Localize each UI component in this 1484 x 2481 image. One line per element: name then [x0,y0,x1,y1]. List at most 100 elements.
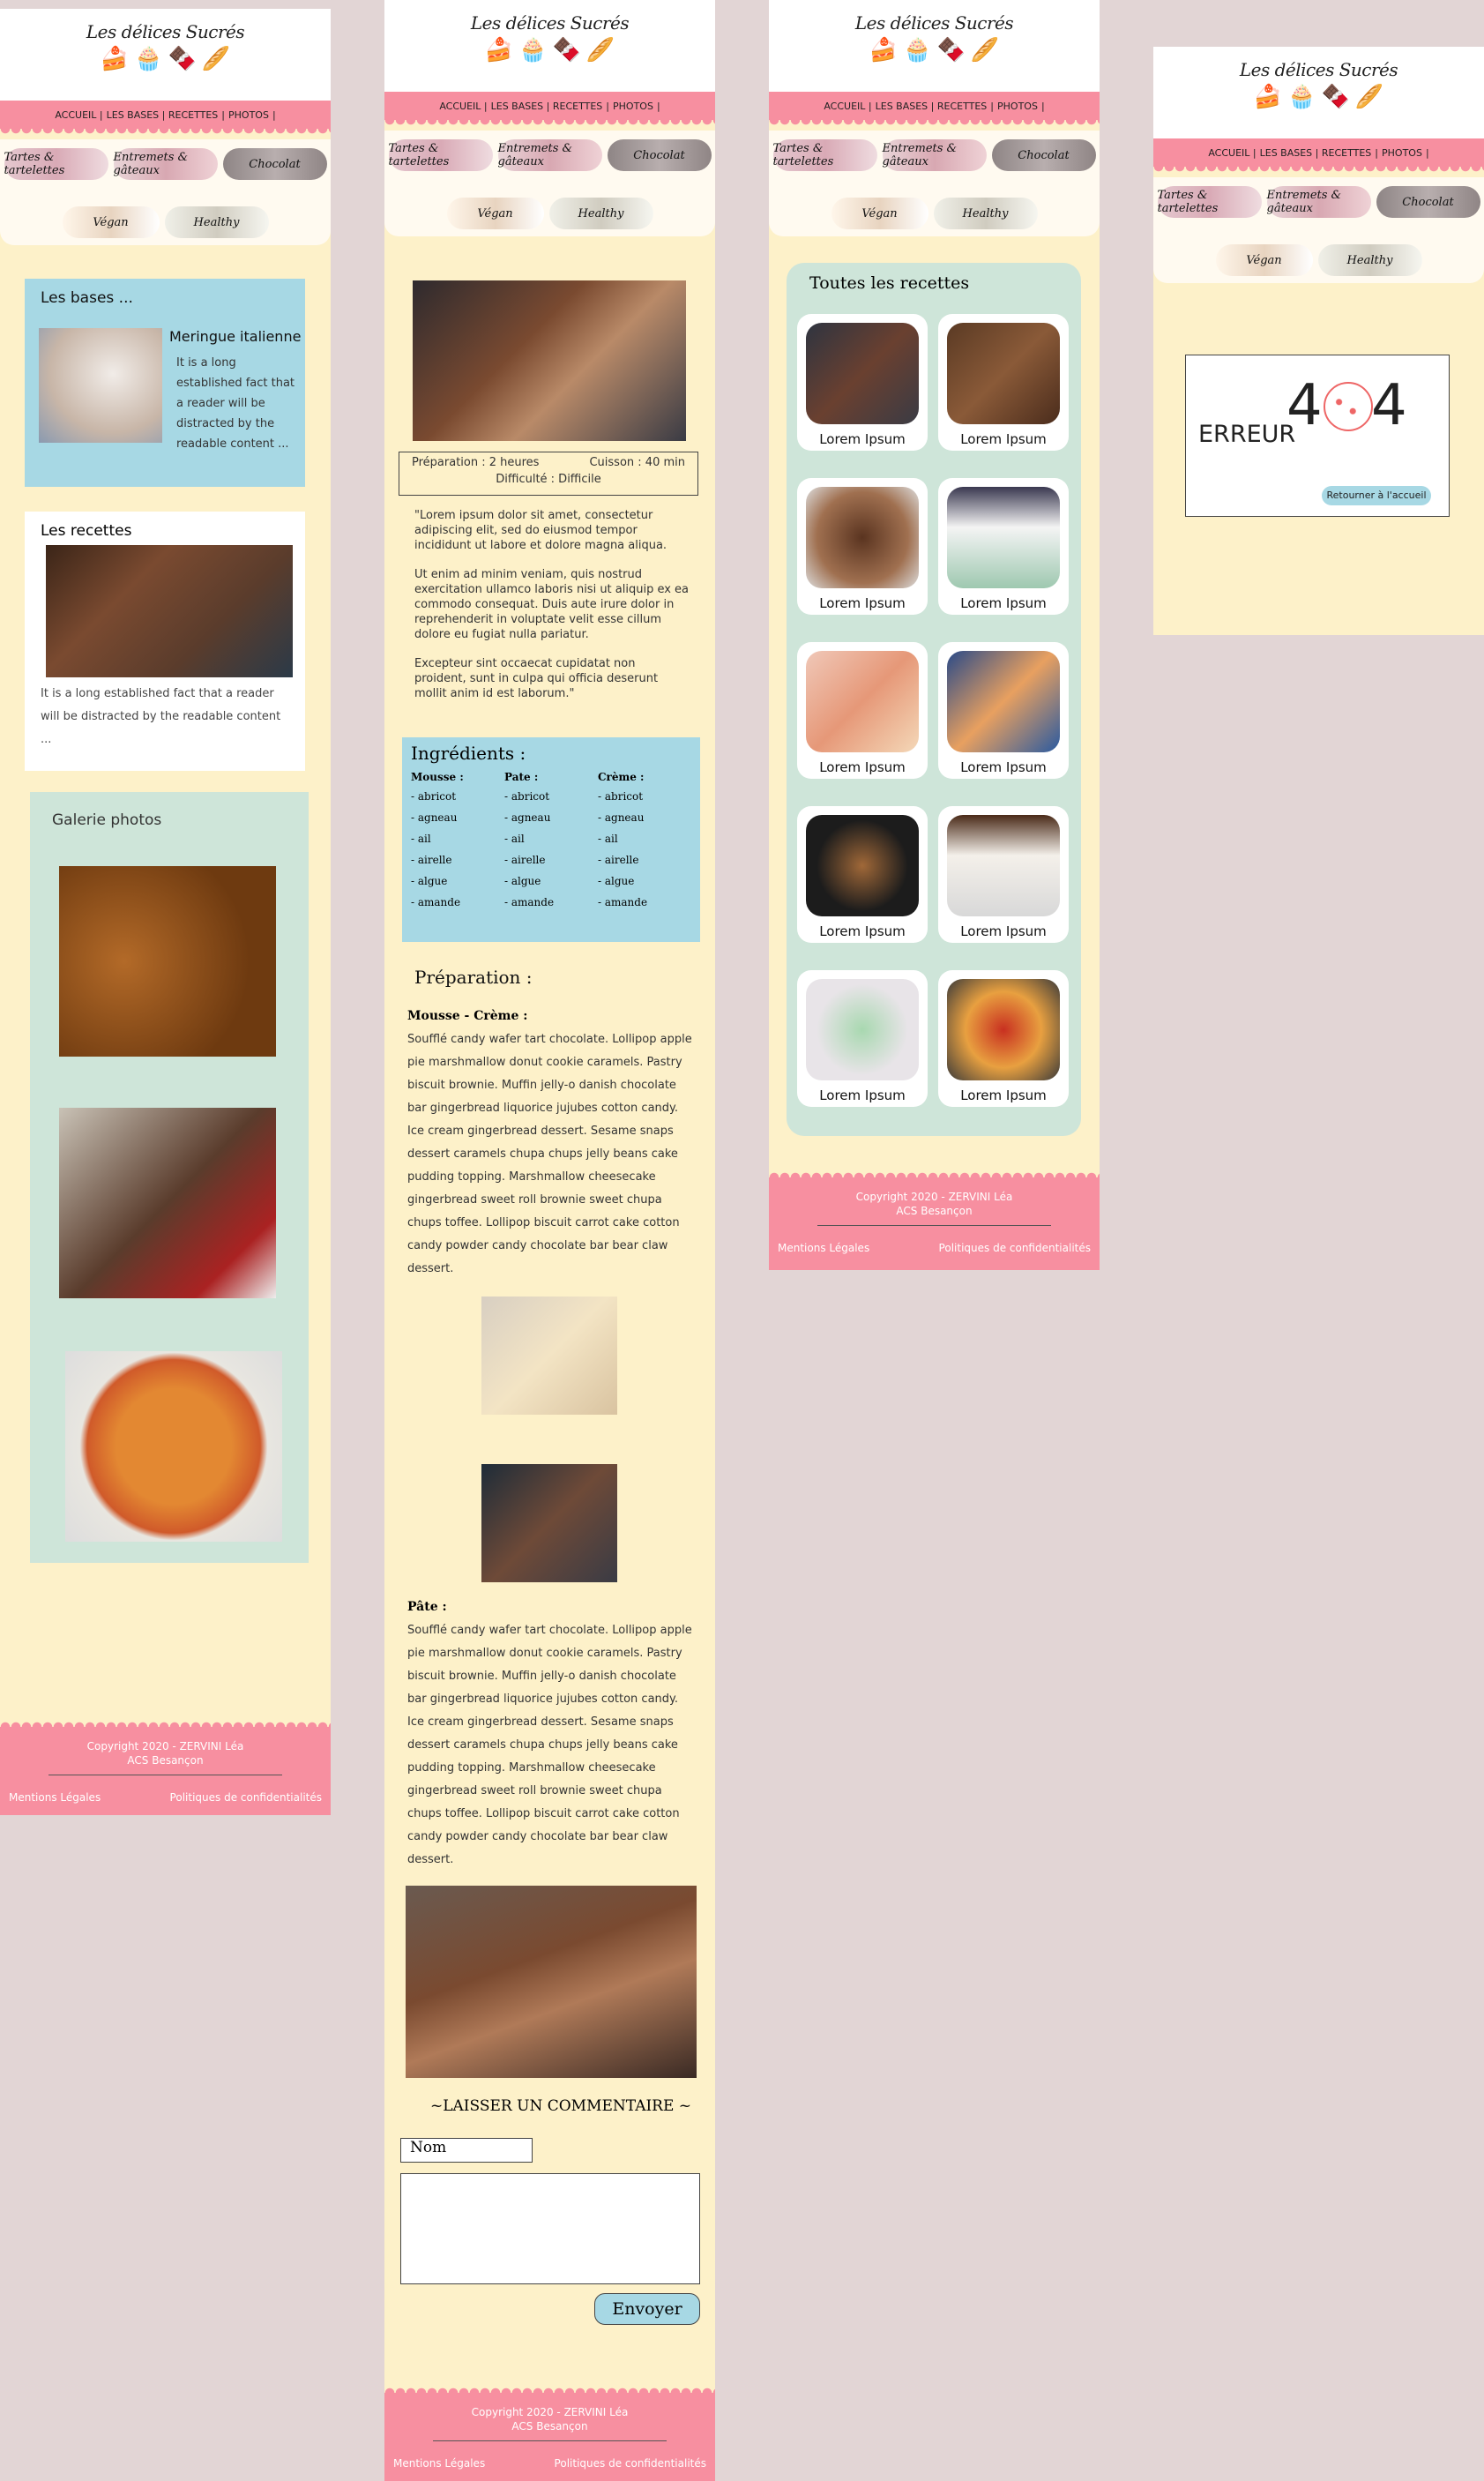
footer-privacy-link[interactable]: Politiques de confidentialités [939,1242,1091,1254]
comment-textarea[interactable] [400,2173,700,2284]
name-field[interactable]: Nom [400,2138,533,2163]
footer-copyright: Copyright 2020 - ZERVINI Léa ACS Besanço… [384,2393,715,2433]
recipe-card-label: Lorem Ipsum [819,595,906,611]
category-healthy[interactable]: Healthy [1317,244,1422,276]
recipe-card[interactable]: Lorem Ipsum [938,478,1069,615]
mousse-title: Mousse - Crème : [407,1009,528,1023]
tiramisu-image[interactable] [46,545,293,677]
footer-copy-line1: Copyright 2020 - ZERVINI Léa [471,2406,629,2418]
footer-legal-link[interactable]: Mentions Légales [9,1791,101,1804]
send-button[interactable]: Envoyer [594,2293,700,2325]
recettes-title: Les recettes [41,522,132,540]
category-vegan[interactable]: Végan [446,198,544,229]
ingredient-item: - ail [598,833,618,845]
nav-bases-recettes[interactable]: LES BASES | RECETTES [107,109,219,121]
category-entremets[interactable]: Entremets & gâteaux [882,139,987,171]
nav-bases-recettes[interactable]: LES BASES | RECETTES [876,101,988,112]
category-healthy[interactable]: Healthy [548,198,653,229]
recipe-card[interactable]: Lorem Ipsum [797,806,928,943]
ingredient-item: - agneau [598,811,645,824]
recipe-final-image [406,1886,697,2078]
category-chocolat[interactable]: Chocolat [991,139,1096,171]
gallery-photo-chocolate-cake[interactable] [59,1108,276,1298]
header: Les délices Sucrés 🍰 🧁 🍫 🥖 [384,0,715,92]
recipe-card[interactable]: Lorem Ipsum [797,970,928,1107]
category-tartes[interactable]: Tartes & tartelettes [1157,186,1262,218]
category-entremets[interactable]: Entremets & gâteaux [113,148,218,180]
header: Les délices Sucrés 🍰 🧁 🍫 🥖 [1153,47,1484,138]
nav-photos[interactable]: PHOTOS [228,109,269,121]
home-page: Les délices Sucrés 🍰 🧁 🍫 🥖 ACCUEIL | LES… [0,9,331,1815]
category-entremets[interactable]: Entremets & gâteaux [1266,186,1371,218]
site-logo-title[interactable]: Les délices Sucrés [0,21,331,42]
nav-accueil[interactable]: ACCUEIL | [824,101,871,112]
main-nav: ACCUEIL | LES BASES | RECETTES | PHOTOS … [0,101,331,129]
cake-icon: 🍰 [869,37,899,64]
bases-item-title[interactable]: Meringue italienne [169,328,301,345]
prep-time: Préparation : 2 heures [412,456,540,469]
ingredient-item: - amande [504,896,555,908]
category-vegan[interactable]: Végan [831,198,928,229]
recipe-card[interactable]: Lorem Ipsum [938,314,1069,451]
nav-accueil[interactable]: ACCUEIL | [1208,147,1256,159]
category-bar: Tartes & tartelettes Entremets & gâteaux… [0,139,331,245]
site-logo-title[interactable]: Les délices Sucrés [384,12,715,34]
recipe-info-box: Préparation : 2 heures Cuisson : 40 min … [399,452,698,496]
category-chocolat[interactable]: Chocolat [222,148,327,180]
gallery-photo-peach-tart[interactable] [65,1351,282,1542]
nav-bases-recettes[interactable]: LES BASES | RECETTES [1260,147,1372,159]
recettes-section: Les recettes It is a long established fa… [25,512,305,771]
category-healthy[interactable]: Healthy [933,198,1038,229]
error-label: ERREUR [1198,421,1296,448]
nav-photos[interactable]: PHOTOS [1382,147,1422,159]
cake-icon: 🍰 [100,46,130,72]
footer-copy-line2: ACS Besançon [896,1205,973,1217]
cupcake-icon: 🧁 [518,37,548,64]
recipe-card[interactable]: Lorem Ipsum [797,478,928,615]
category-entremets[interactable]: Entremets & gâteaux [497,139,602,171]
nav-scallop [769,120,1100,127]
ingredient-item: - abricot [411,790,457,803]
footer-privacy-link[interactable]: Politiques de confidentialités [170,1791,322,1804]
ingredient-item: - amande [411,896,461,908]
recipe-card[interactable]: Lorem Ipsum [938,642,1069,779]
error-digit-4: 4 [1286,373,1323,438]
category-healthy[interactable]: Healthy [164,206,269,238]
footer-copy-line1: Copyright 2020 - ZERVINI Léa [855,1191,1013,1203]
site-logo-title[interactable]: Les délices Sucrés [769,12,1100,34]
cake-icon: 🍰 [484,37,514,64]
nav-accueil[interactable]: ACCUEIL | [55,109,102,121]
meringue-image[interactable] [39,328,162,443]
category-tartes[interactable]: Tartes & tartelettes [772,139,877,171]
gallery-photo-caramel-apples[interactable] [59,866,276,1057]
footer-copy-line2: ACS Besançon [127,1754,204,1767]
nav-photos[interactable]: PHOTOS [997,101,1038,112]
site-logo-title[interactable]: Les délices Sucrés [1153,59,1484,80]
recipe-card[interactable]: Lorem Ipsum [938,970,1069,1107]
back-home-button[interactable]: Retourner à l'accueil [1322,486,1431,505]
ingredient-item: - ail [411,833,431,845]
bases-section: Les bases ... Meringue italienne It is a… [25,279,305,487]
recipe-card[interactable]: Lorem Ipsum [797,314,928,451]
category-tartes[interactable]: Tartes & tartelettes [388,139,493,171]
recipe-card-label: Lorem Ipsum [819,759,906,775]
ingredient-item: - abricot [504,790,550,803]
footer-legal-link[interactable]: Mentions Légales [393,2457,485,2470]
recipe-card[interactable]: Lorem Ipsum [938,806,1069,943]
category-vegan[interactable]: Végan [62,206,160,238]
cook-time: Cuisson : 40 min [589,456,685,469]
category-chocolat[interactable]: Chocolat [607,139,712,171]
nav-accueil[interactable]: ACCUEIL | [439,101,487,112]
category-chocolat[interactable]: Chocolat [1376,186,1480,218]
footer-scallop [384,2386,715,2393]
category-tartes[interactable]: Tartes & tartelettes [4,148,108,180]
footer-privacy-link[interactable]: Politiques de confidentialités [555,2457,706,2470]
nav-photos[interactable]: PHOTOS [613,101,653,112]
footer: Copyright 2020 - ZERVINI Léa ACS Besanço… [769,1170,1100,1270]
category-vegan[interactable]: Végan [1215,244,1313,276]
recipe-card[interactable]: Lorem Ipsum [797,642,928,779]
nav-bases-recettes[interactable]: LES BASES | RECETTES [491,101,603,112]
cupcake-icon: 🧁 [134,46,163,72]
footer-legal-link[interactable]: Mentions Légales [778,1242,869,1254]
rolling-pin-icon: 🥖 [970,37,1000,64]
